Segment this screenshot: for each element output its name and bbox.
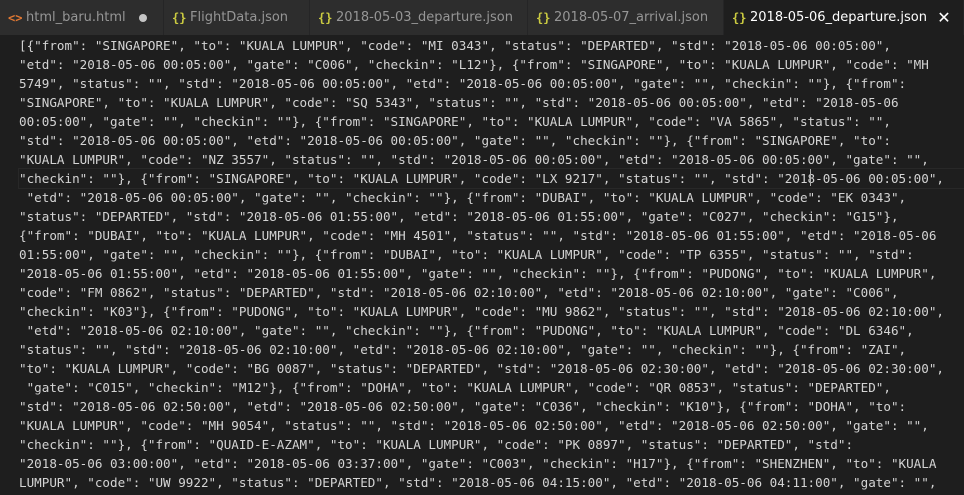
code-lines[interactable]: [{"from": "SINGAPORE", "to": "KUALA LUMP… <box>18 36 964 492</box>
code-line[interactable]: "code": "FM 0862", "status": "DEPARTED",… <box>19 283 964 302</box>
json-file-icon: {} <box>732 10 747 25</box>
tab-label: 2018-05-03_departure.json <box>336 10 513 25</box>
code-line[interactable]: "checkin": ""}, {"from": "QUAID-E-AZAM",… <box>19 435 964 454</box>
unsaved-changes-icon[interactable] <box>134 9 152 27</box>
code-line[interactable]: LUMPUR", "code": "UW 9922", "status": "D… <box>19 473 964 492</box>
code-line[interactable]: "std": "2018-05-06 00:05:00", "etd": "20… <box>19 131 964 150</box>
code-line[interactable]: {"from": "DUBAI", "to": "KUALA LUMPUR", … <box>19 226 964 245</box>
code-editor[interactable]: [{"from": "SINGAPORE", "to": "KUALA LUMP… <box>0 35 964 495</box>
tab-label: 2018-05-06_departure.json <box>750 10 927 25</box>
tab-2018-05-03-departure[interactable]: {} 2018-05-03_departure.json <box>310 0 528 35</box>
json-file-icon: {} <box>318 10 333 25</box>
code-line[interactable]: 00:05:00", "gate": "", "checkin": ""}, {… <box>19 112 964 131</box>
code-line[interactable]: "status": "", "std": "2018-05-06 02:10:0… <box>19 340 964 359</box>
code-line[interactable]: "to": "KUALA LUMPUR", "code": "BG 0087",… <box>19 359 964 378</box>
tab-label: FlightData.json <box>190 10 289 25</box>
tab-flightdata[interactable]: {} FlightData.json <box>164 0 310 35</box>
code-line[interactable]: [{"from": "SINGAPORE", "to": "KUALA LUMP… <box>19 36 964 55</box>
code-line[interactable]: "checkin": "K03"}, {"from": "PUDONG", "t… <box>19 302 964 321</box>
editor-window: <> html_baru.html {} FlightData.json {} … <box>0 0 964 495</box>
code-line[interactable]: 5749", "status": "", "std": "2018-05-06 … <box>19 74 964 93</box>
close-tab-icon[interactable]: ✕ <box>935 8 953 27</box>
tab-label: 2018-05-07_arrival.json <box>554 10 709 25</box>
code-line[interactable]: "std": "2018-05-06 02:50:00", "etd": "20… <box>19 397 964 416</box>
code-line[interactable]: "etd": "2018-05-06 02:10:00", "gate": ""… <box>19 321 964 340</box>
code-line[interactable]: "2018-05-06 01:55:00", "etd": "2018-05-0… <box>19 264 964 283</box>
tab-html-baru[interactable]: <> html_baru.html <box>0 0 164 35</box>
json-file-icon: {} <box>172 10 187 25</box>
code-line[interactable]: "2018-05-06 03:00:00", "etd": "2018-05-0… <box>19 454 964 473</box>
code-line[interactable]: "status": "DEPARTED", "std": "2018-05-06… <box>19 207 964 226</box>
html-file-icon: <> <box>8 10 23 25</box>
json-file-icon: {} <box>536 10 551 25</box>
code-line[interactable]: "etd": "2018-05-06 00:05:00", "gate": "C… <box>19 55 964 74</box>
code-line[interactable]: "SINGAPORE", "to": "KUALA LUMPUR", "code… <box>19 93 964 112</box>
code-line[interactable]: "KUALA LUMPUR", "code": "NZ 3557", "stat… <box>19 150 964 169</box>
code-line-current[interactable]: "checkin": ""}, {"from": "SINGAPORE", "t… <box>18 168 964 189</box>
code-line[interactable]: "KUALA LUMPUR", "code": "MH 9054", "stat… <box>19 416 964 435</box>
tab-label: html_baru.html <box>26 10 126 25</box>
code-line[interactable]: "gate": "C015", "checkin": "M12"}, {"fro… <box>19 378 964 397</box>
tab-bar: <> html_baru.html {} FlightData.json {} … <box>0 0 964 35</box>
tab-2018-05-06-departure[interactable]: {} 2018-05-06_departure.json ✕ <box>724 0 964 35</box>
tab-2018-05-07-arrival[interactable]: {} 2018-05-07_arrival.json <box>528 0 724 35</box>
code-line[interactable]: "etd": "2018-05-06 00:05:00", "gate": ""… <box>19 188 964 207</box>
text-cursor <box>810 169 811 186</box>
code-line[interactable]: 01:55:00", "gate": "", "checkin": ""}, {… <box>19 245 964 264</box>
